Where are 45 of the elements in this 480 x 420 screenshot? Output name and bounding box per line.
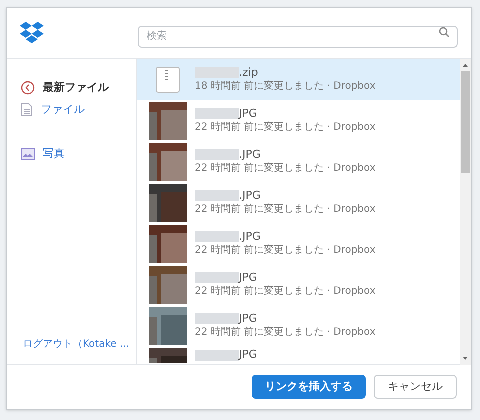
sidebar-item[interactable]: 写真 bbox=[21, 143, 136, 165]
sidebar-item[interactable]: 最新ファイル bbox=[21, 77, 136, 99]
file-meta: 22 時間前 前に変更しました · Dropbox bbox=[195, 244, 376, 258]
file-name: JPG bbox=[239, 106, 258, 120]
file-name: JPG bbox=[239, 312, 258, 326]
file-row[interactable]: .JPG 22 時間前 前に変更しました · Dropbox bbox=[137, 223, 460, 264]
clock-icon bbox=[21, 81, 35, 95]
file-name: .JPG bbox=[239, 230, 261, 244]
search-icon bbox=[439, 27, 450, 38]
file-meta: 22 時間前 前に変更しました · Dropbox bbox=[195, 326, 376, 340]
file-row[interactable]: .JPG 22 時間前 前に変更しました · Dropbox bbox=[137, 141, 460, 182]
file-name: JPG bbox=[239, 270, 258, 284]
redaction-bar bbox=[195, 108, 239, 119]
file-row[interactable]: JPG bbox=[137, 346, 460, 364]
file-name: .JPG bbox=[239, 188, 261, 202]
file-row[interactable]: JPG 22 時間前 前に変更しました · Dropbox bbox=[137, 305, 460, 346]
redaction-bar bbox=[195, 313, 239, 324]
file-row[interactable]: JPG 22 時間前 前に変更しました · Dropbox bbox=[137, 100, 460, 141]
redaction-bar bbox=[195, 231, 239, 242]
cancel-button[interactable]: キャンセル bbox=[374, 375, 457, 399]
file-meta: 22 時間前 前に変更しました · Dropbox bbox=[195, 162, 376, 176]
redaction-bar bbox=[195, 149, 239, 160]
file-row[interactable]: .zip 18 時間前 前に変更しました · Dropbox bbox=[137, 59, 460, 100]
insert-link-button[interactable]: リンクを挿入する bbox=[252, 375, 366, 399]
file-meta: 22 時間前 前に変更しました · Dropbox bbox=[195, 284, 376, 298]
file-meta: 22 時間前 前に変更しました · Dropbox bbox=[195, 202, 376, 216]
redaction-bar bbox=[195, 190, 239, 201]
file-meta: 22 時間前 前に変更しました · Dropbox bbox=[195, 120, 376, 134]
logout-link[interactable]: ログアウト（Kotake ... bbox=[21, 337, 136, 352]
redaction-bar bbox=[195, 272, 239, 283]
file-row[interactable]: JPG 22 時間前 前に変更しました · Dropbox bbox=[137, 264, 460, 305]
sidebar-item[interactable]: ファイル bbox=[21, 99, 136, 121]
redaction-bar bbox=[195, 67, 239, 78]
file-row[interactable]: .JPG 22 時間前 前に変更しました · Dropbox bbox=[137, 182, 460, 223]
file-name: JPG bbox=[239, 348, 258, 362]
document-icon bbox=[21, 103, 33, 117]
redaction-bar bbox=[195, 350, 239, 360]
box-logo-icon bbox=[20, 22, 44, 44]
photo-icon bbox=[21, 148, 35, 160]
file-meta: 18 時間前 前に変更しました · Dropbox bbox=[195, 80, 376, 94]
scrollbar[interactable] bbox=[460, 59, 471, 365]
zip-file-icon bbox=[156, 66, 180, 92]
file-name: .JPG bbox=[239, 148, 261, 162]
search-field[interactable]: 検索 bbox=[138, 26, 458, 48]
file-name: .zip bbox=[239, 66, 258, 80]
